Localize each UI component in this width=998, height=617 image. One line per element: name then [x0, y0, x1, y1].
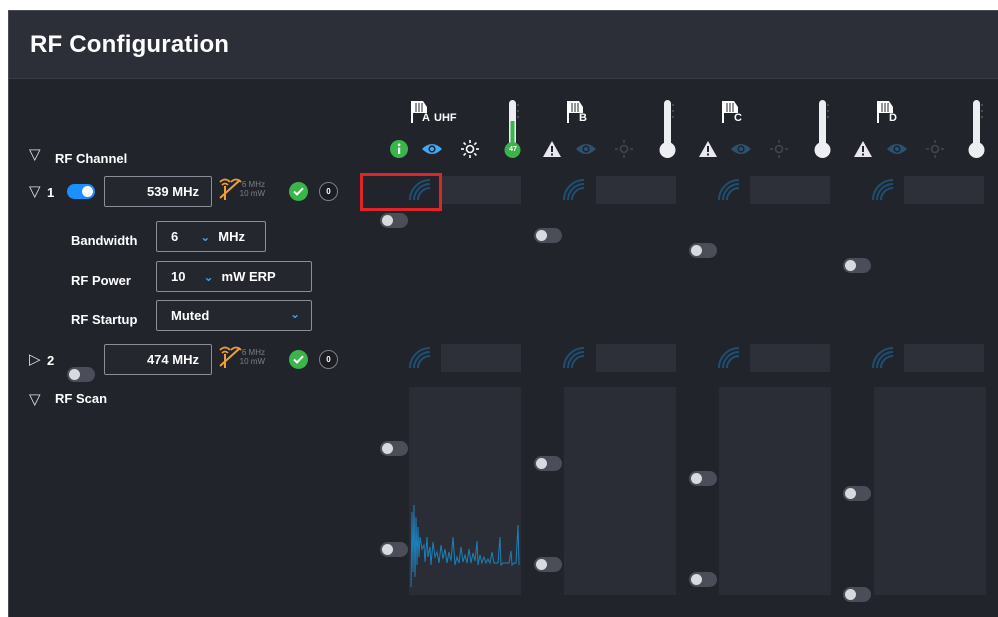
brightness-icon[interactable]: [769, 139, 789, 159]
channel-2-info-power: 10 mW: [239, 357, 265, 366]
rf-power-label: RF Power: [71, 273, 131, 288]
channel-1-antenna-d-toggle[interactable]: [843, 258, 871, 273]
channel-2-info-bw: 6 MHz: [241, 348, 265, 357]
channel-1-number: 1: [47, 185, 55, 200]
channel-1-frequency-unit: MHz: [172, 184, 199, 199]
scan-antenna-b-spectrum: [564, 387, 676, 595]
channel-2-frequency-field[interactable]: 474 MHz: [104, 344, 212, 375]
thermometer-c-icon: [814, 100, 831, 158]
channel-1-expand-toggle[interactable]: ▽: [29, 184, 41, 199]
rf-configuration-panel: RF Configuration A UHF B C D 47 ▽ RF Cha…: [8, 10, 998, 617]
channel-1-antenna-b-toggle[interactable]: [534, 228, 562, 243]
scan-antenna-b-toggle[interactable]: [534, 557, 562, 572]
antenna-a-band: UHF: [434, 112, 457, 124]
channel-2-ok-icon: [289, 350, 308, 369]
rf-startup-value: Muted: [171, 308, 210, 323]
channel-2-expand-toggle[interactable]: ▷: [29, 352, 41, 367]
channel-2-antenna-a-toggle[interactable]: [380, 441, 408, 456]
channel-2-info: 6 MHz 10 mW: [233, 348, 265, 366]
channel-1-count-badge: 0: [319, 182, 338, 201]
warning-icon[interactable]: [698, 140, 718, 158]
signal-icon: [718, 347, 740, 369]
channel-1-antenna-d-level: [904, 176, 984, 204]
eye-icon[interactable]: [421, 142, 443, 156]
bandwidth-value: 6: [171, 229, 179, 244]
thermometer-a-icon: 47: [502, 99, 524, 161]
chevron-down-icon: ⌄: [200, 229, 211, 244]
brightness-icon[interactable]: [614, 139, 634, 159]
channel-1-frequency-value: 539: [146, 184, 169, 199]
info-icon[interactable]: [390, 140, 408, 158]
eye-icon[interactable]: [730, 142, 752, 156]
rf-startup-select[interactable]: Muted ⌄: [156, 300, 312, 331]
highlight-box: [360, 173, 442, 211]
channel-1-enable-toggle[interactable]: [67, 184, 95, 199]
scan-antenna-c-spectrum: [719, 387, 831, 595]
eye-icon[interactable]: [886, 142, 908, 156]
signal-icon: [872, 179, 894, 201]
channel-1-info: 6 MHz 10 mW: [233, 180, 265, 198]
rf-power-value: 10: [171, 269, 186, 284]
antenna-c-label: C: [734, 112, 742, 124]
channel-1-antenna-a-toggle[interactable]: [380, 213, 408, 228]
channel-2-antenna-b-level: [596, 344, 676, 372]
warning-icon[interactable]: [542, 140, 562, 158]
rf-startup-label: RF Startup: [71, 312, 138, 327]
warning-icon[interactable]: [853, 140, 873, 158]
rf-power-select[interactable]: 10 ⌄ mW ERP: [156, 261, 312, 292]
thermometer-d-icon: [968, 100, 985, 158]
antenna-d-label: D: [889, 112, 897, 124]
channel-1-frequency-field[interactable]: 539 MHz: [104, 176, 212, 207]
channel-2-number: 2: [47, 353, 55, 368]
rf-channel-collapse-toggle[interactable]: ▽: [29, 147, 41, 162]
rf-scan-collapse-toggle[interactable]: ▽: [29, 392, 41, 407]
antenna-a-label: A: [422, 112, 430, 124]
scan-antenna-a-toggle[interactable]: [380, 542, 408, 557]
channel-2-antenna-c-level: [750, 344, 830, 372]
channel-2-antenna-d-level: [904, 344, 984, 372]
rf-power-unit: mW ERP: [221, 269, 276, 284]
channel-2-antenna-b-toggle[interactable]: [534, 456, 562, 471]
bandwidth-unit: MHz: [218, 229, 246, 244]
channel-1-antenna-b-level: [596, 176, 676, 204]
channel-1-info-bw: 6 MHz: [241, 180, 265, 189]
chevron-down-icon: ⌄: [203, 269, 214, 284]
scan-antenna-a-spectrum: [409, 387, 521, 595]
channel-2-count-badge: 0: [319, 350, 338, 369]
antenna-b-label: B: [579, 112, 587, 124]
scan-antenna-d-spectrum: [874, 387, 986, 595]
signal-icon: [872, 347, 894, 369]
bandwidth-select[interactable]: 6 ⌄ MHz: [156, 221, 266, 252]
brightness-icon[interactable]: [925, 139, 945, 159]
bandwidth-label: Bandwidth: [71, 233, 138, 248]
channel-1-antenna-c-toggle[interactable]: [689, 243, 717, 258]
temperature-a-value: 47: [509, 146, 517, 153]
channel-2-enable-toggle[interactable]: [67, 367, 95, 382]
channel-1-info-power: 10 mW: [239, 189, 265, 198]
chevron-down-icon: ⌄: [290, 307, 301, 321]
brightness-icon[interactable]: [460, 139, 480, 159]
signal-icon: [563, 347, 585, 369]
eye-icon[interactable]: [575, 142, 597, 156]
signal-icon: [563, 179, 585, 201]
channel-1-antenna-a-level: [441, 176, 521, 204]
channel-1-ok-icon: [289, 182, 308, 201]
channel-2-antenna-d-toggle[interactable]: [843, 486, 871, 501]
rf-scan-label: RF Scan: [55, 391, 108, 406]
rf-channel-section-label: RF Channel: [55, 151, 128, 166]
scan-antenna-c-toggle[interactable]: [689, 572, 717, 587]
scan-antenna-d-toggle[interactable]: [843, 587, 871, 602]
channel-2-antenna-c-toggle[interactable]: [689, 471, 717, 486]
thermometer-b-icon: [659, 100, 676, 158]
channel-1-antenna-c-level: [750, 176, 830, 204]
panel-title: RF Configuration: [30, 31, 230, 58]
panel-header: RF Configuration: [9, 11, 998, 79]
channel-2-frequency-unit: MHz: [172, 352, 199, 367]
signal-icon: [409, 347, 431, 369]
channel-2-frequency-value: 474: [146, 352, 169, 367]
channel-2-antenna-a-level: [441, 344, 521, 372]
signal-icon: [718, 179, 740, 201]
